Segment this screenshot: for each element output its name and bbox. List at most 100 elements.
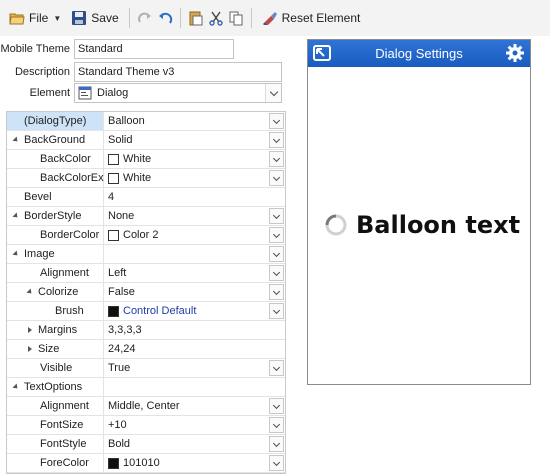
- grid-row-forecolor[interactable]: ForeColor 101010: [7, 454, 285, 473]
- grid-row-bevel[interactable]: Bevel 4: [7, 188, 285, 207]
- chevron-down-icon: [269, 87, 278, 96]
- grid-row-backcolor[interactable]: BackColor White: [7, 150, 285, 169]
- color-swatch-icon: [108, 172, 119, 184]
- grid-row-image-alignment[interactable]: Alignment Left: [7, 264, 285, 283]
- chevron-down-icon: [272, 154, 281, 162]
- element-value: Dialog: [97, 87, 129, 99]
- grid-row-size[interactable]: Size 24,24: [7, 340, 285, 359]
- toolbar-divider: [250, 8, 252, 28]
- grid-row-bordercolor[interactable]: BorderColor Color 2: [7, 226, 285, 245]
- grid-row-name: ForeColor: [7, 454, 104, 472]
- grid-row-image[interactable]: Image: [7, 245, 285, 264]
- dialog-element-icon: [78, 86, 92, 100]
- grid-dropdown-button[interactable]: [269, 246, 284, 262]
- grid-row-margins[interactable]: Margins 3,3,3,3: [7, 321, 285, 340]
- save-button[interactable]: Save: [68, 7, 121, 29]
- grid-row-colorize[interactable]: Colorize False: [7, 283, 285, 302]
- grid-row-visible[interactable]: Visible True: [7, 359, 285, 378]
- grid-dropdown-button[interactable]: [269, 398, 284, 414]
- collapse-arrow-icon[interactable]: [12, 136, 20, 144]
- grid-row-dialogtype[interactable]: (DialogType) Balloon: [7, 112, 285, 131]
- grid-row-value[interactable]: 24,24: [104, 340, 285, 358]
- chevron-down-icon: [272, 363, 281, 371]
- grid-row-value[interactable]: Middle, Center: [104, 397, 285, 415]
- grid-row-name: Alignment: [7, 264, 104, 282]
- grid-row-value[interactable]: +10: [104, 416, 285, 434]
- grid-dropdown-button[interactable]: [269, 265, 284, 281]
- reset-brush-icon: [262, 10, 278, 26]
- undo-icon[interactable]: [157, 10, 173, 26]
- grid-dropdown-button[interactable]: [269, 132, 284, 148]
- grid-row-background[interactable]: BackGround Solid: [7, 131, 285, 150]
- grid-row-value[interactable]: Solid: [104, 131, 285, 149]
- grid-dropdown-button[interactable]: [269, 436, 284, 452]
- grid-dropdown-button[interactable]: [269, 303, 284, 319]
- file-menu-button[interactable]: File ▼: [6, 7, 64, 29]
- grid-row-value[interactable]: 4: [104, 188, 285, 206]
- redo-icon[interactable]: [137, 10, 153, 26]
- grid-row-value[interactable]: False: [104, 283, 285, 301]
- chevron-down-icon: [272, 439, 281, 447]
- grid-dropdown-button[interactable]: [269, 284, 284, 300]
- grid-row-value: White: [123, 172, 152, 184]
- collapse-arrow-icon[interactable]: [12, 212, 20, 220]
- mobile-theme-label: Mobile Theme: [0, 43, 71, 55]
- gear-icon[interactable]: [505, 43, 525, 63]
- description-field[interactable]: Standard Theme v3: [74, 62, 282, 82]
- grid-row-value[interactable]: Balloon: [104, 112, 285, 130]
- grid-row-value[interactable]: True: [104, 359, 285, 377]
- grid-dropdown-button[interactable]: [269, 151, 284, 167]
- collapse-arrow-icon[interactable]: [12, 383, 20, 391]
- grid-row-value[interactable]: None: [104, 207, 285, 225]
- grid-dropdown-button[interactable]: [269, 360, 284, 376]
- element-select[interactable]: Dialog: [74, 83, 282, 103]
- grid-row-value[interactable]: Bold: [104, 435, 285, 453]
- reset-element-button[interactable]: Reset Element: [259, 7, 364, 29]
- grid-row-value[interactable]: 3,3,3,3: [104, 321, 285, 339]
- grid-row-name: BorderStyle: [24, 210, 82, 222]
- grid-dropdown-button[interactable]: [269, 455, 284, 471]
- grid-row-value: Color 2: [123, 229, 159, 241]
- copy-icon[interactable]: [228, 10, 244, 26]
- grid-dropdown-button[interactable]: [269, 417, 284, 433]
- toolbar-divider: [179, 8, 181, 28]
- file-menu-label: File: [29, 11, 49, 25]
- grid-row-textoptions[interactable]: TextOptions: [7, 378, 285, 397]
- grid-row-name: FontSize: [7, 416, 104, 434]
- grid-row-backcolorex[interactable]: BackColorEx White: [7, 169, 285, 188]
- mobile-theme-field[interactable]: Standard: [74, 39, 234, 59]
- grid-dropdown-button[interactable]: [269, 113, 284, 129]
- grid-row-text-alignment[interactable]: Alignment Middle, Center: [7, 397, 285, 416]
- element-dropdown-button[interactable]: [265, 84, 281, 102]
- back-arrow-icon[interactable]: [312, 43, 332, 63]
- grid-dropdown-button[interactable]: [269, 170, 284, 186]
- chevron-down-icon: [272, 287, 281, 295]
- grid-row-borderstyle[interactable]: BorderStyle None: [7, 207, 285, 226]
- grid-row-name: Size: [38, 343, 60, 355]
- grid-row-value: White: [123, 153, 152, 165]
- grid-row-name: BackColorEx: [7, 169, 104, 187]
- grid-row-value[interactable]: Left: [104, 264, 285, 282]
- collapse-arrow-icon[interactable]: [26, 288, 34, 296]
- grid-row-value: Control Default: [123, 305, 197, 317]
- grid-row-brush[interactable]: Brush Control Default: [7, 302, 285, 321]
- expand-arrow-icon[interactable]: [28, 327, 32, 333]
- grid-row-value[interactable]: [104, 378, 285, 396]
- chevron-down-icon: [272, 230, 281, 238]
- paste-icon[interactable]: [188, 10, 204, 26]
- grid-row-value[interactable]: [104, 245, 285, 263]
- cut-icon[interactable]: [208, 10, 224, 26]
- grid-row-fontsize[interactable]: FontSize +10: [7, 416, 285, 435]
- loading-spinner-icon: [324, 213, 348, 237]
- collapse-arrow-icon[interactable]: [12, 250, 20, 258]
- grid-row-fontstyle[interactable]: FontStyle Bold: [7, 435, 285, 454]
- grid-dropdown-button[interactable]: [269, 227, 284, 243]
- grid-dropdown-button[interactable]: [269, 208, 284, 224]
- save-disk-icon: [71, 10, 87, 26]
- grid-row-name: Brush: [7, 302, 104, 320]
- chevron-down-icon: [272, 173, 281, 181]
- expand-arrow-icon[interactable]: [28, 346, 32, 352]
- mobile-theme-row: Mobile Theme Standard: [0, 39, 234, 59]
- save-label: Save: [91, 11, 119, 25]
- balloon-text: Balloon text: [356, 211, 521, 239]
